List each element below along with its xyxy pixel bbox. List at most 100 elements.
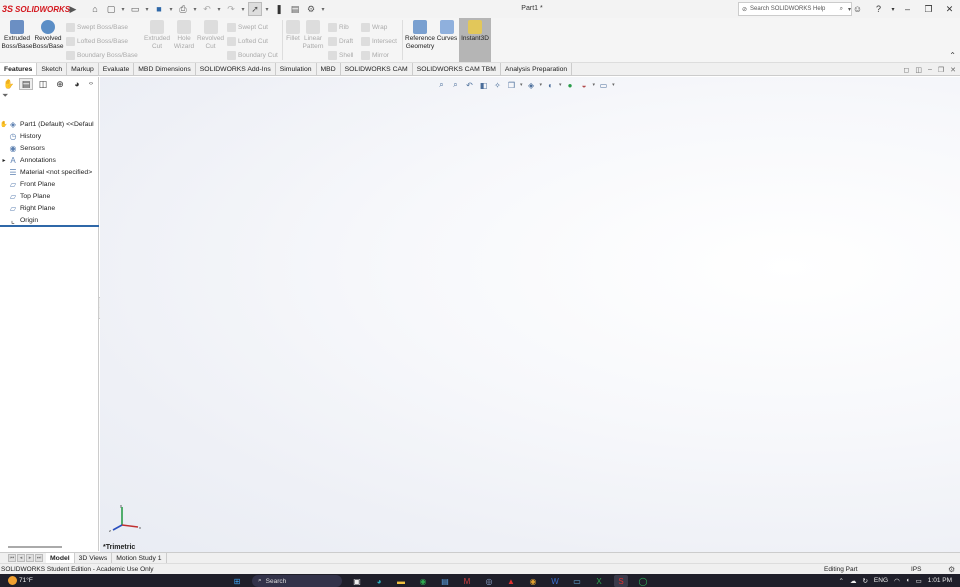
redo-icon[interactable]: ↷ [224, 2, 238, 16]
tab-simulation[interactable]: Simulation [276, 63, 317, 75]
swept-cut-button[interactable]: Swept Cut [227, 21, 268, 33]
undo-icon[interactable]: ↶ [200, 2, 214, 16]
chrome-alt-icon[interactable]: ◉ [526, 575, 540, 587]
tab-evaluate[interactable]: Evaluate [99, 63, 135, 75]
volume-icon[interactable]: ◖ [906, 577, 910, 584]
chrome-browser-icon[interactable]: ◉ [416, 575, 430, 587]
tree-item-front-plane[interactable]: ▱ Front Plane [0, 178, 55, 190]
language-indicator[interactable]: ENG [874, 577, 888, 584]
excel-icon[interactable]: X [592, 575, 606, 587]
task-view-icon[interactable]: ▣ [350, 575, 364, 587]
instant3d-button[interactable]: Instant3D [459, 18, 491, 62]
wrap-button[interactable]: Wrap [361, 21, 387, 33]
pdf-reader-icon[interactable]: ▲ [504, 575, 518, 587]
boundary-cut-button[interactable]: Boundary Cut [227, 49, 278, 61]
options-gear-icon[interactable]: ⚙ [304, 2, 318, 16]
revolved-boss-button[interactable]: Revolved Boss/Base [32, 20, 64, 60]
next-tab-arrow-icon[interactable]: ▸ [26, 554, 34, 562]
tab-mbd-dimensions[interactable]: MBD Dimensions [134, 63, 196, 75]
hole-wizard-button[interactable]: Hole Wizard [171, 20, 197, 60]
viewport-minimize-icon[interactable]: – [928, 66, 932, 74]
view-orientation-dropdown-icon[interactable]: ▾ [520, 82, 523, 88]
filter-funnel-icon[interactable]: ⏷ [0, 91, 98, 101]
unit-system-selector[interactable]: IPS [911, 566, 921, 573]
graphics-area[interactable] [100, 77, 960, 552]
draft-button[interactable]: Draft [328, 35, 353, 47]
file-properties-icon[interactable]: ▤ [288, 2, 302, 16]
rib-button[interactable]: Rib [328, 21, 349, 33]
first-tab-arrow-icon[interactable]: ⏮ [8, 554, 16, 562]
panel-horizontal-scrollbar[interactable] [8, 546, 62, 548]
tab-features[interactable]: Features [0, 63, 38, 75]
model-tab-motion-study-1[interactable]: Motion Study 1 [112, 553, 167, 563]
linear-pattern-button[interactable]: Linear Pattern [302, 20, 324, 60]
apply-scene-icon[interactable]: ◒ [579, 80, 590, 91]
edge-browser-icon[interactable]: ◕ [372, 575, 386, 587]
hide-show-dropdown-icon[interactable]: ▾ [559, 82, 562, 88]
expand-arrow-icon[interactable]: ▸ [0, 157, 8, 164]
display-style-icon[interactable]: ◈ [526, 80, 537, 91]
previous-view-icon[interactable]: ↶ [464, 80, 475, 91]
tab-solidworks-cam-tbm[interactable]: SOLIDWORKS CAM TBM [413, 63, 501, 75]
help-icon[interactable]: ? [868, 0, 889, 18]
revolved-cut-button[interactable]: Revolved Cut [197, 20, 224, 60]
tree-item-part[interactable]: ✋ ◈ Part1 (Default) <<Defaul [0, 118, 93, 130]
edit-appearance-icon[interactable]: ● [565, 80, 576, 91]
mirror-button[interactable]: Mirror [361, 49, 389, 61]
weather-widget[interactable]: 71°F [0, 576, 33, 585]
steam-icon[interactable]: ◎ [482, 575, 496, 587]
apply-scene-dropdown-icon[interactable]: ▾ [593, 82, 596, 88]
select-dropdown-icon[interactable]: ▾ [264, 6, 270, 13]
hide-show-items-icon[interactable]: ◐ [545, 80, 556, 91]
boundary-boss-button[interactable]: Boundary Boss/Base [66, 49, 138, 61]
tree-item-annotations[interactable]: ▸ A Annotations [0, 154, 55, 166]
tree-item-sensors[interactable]: ◉ Sensors [0, 142, 45, 154]
taskbar-search-box[interactable]: ⌕ Search [252, 575, 342, 587]
print-dropdown-icon[interactable]: ▾ [192, 6, 198, 13]
tab-mbd[interactable]: MBD [317, 63, 341, 75]
view-settings-monitor-icon[interactable]: ▭ [598, 80, 609, 91]
collapse-ribbon-chevron-icon[interactable]: ⌃ [949, 51, 956, 60]
mail-icon[interactable]: M [460, 575, 474, 587]
solidworks-taskbar-icon[interactable]: S [614, 575, 628, 587]
viewport-close-icon[interactable]: ✕ [950, 66, 956, 74]
status-options-icon[interactable]: ⚙ [948, 565, 955, 574]
undo-dropdown-icon[interactable]: ▾ [216, 6, 222, 13]
search-magnifier-icon[interactable]: ⌕ [840, 6, 843, 13]
tabs-scroll-arrow-icon[interactable]: ‹› [87, 78, 95, 90]
onedrive-icon[interactable]: ☁ [850, 577, 857, 585]
lofted-cut-button[interactable]: Lofted Cut [227, 35, 268, 47]
open-dropdown-icon[interactable]: ▾ [144, 6, 150, 13]
help-search-input[interactable]: ⊘ Search SOLIDWORKS Help ⌕ ▾ [738, 2, 852, 16]
redo-dropdown-icon[interactable]: ▾ [240, 6, 246, 13]
solidworks-logo[interactable]: 3S SOLIDWORKS [0, 4, 70, 14]
extruded-cut-button[interactable]: Extruded Cut [143, 20, 171, 60]
restore-window-icon[interactable]: ❐ [918, 0, 939, 18]
zoom-to-area-icon[interactable]: ⌕ [450, 80, 461, 91]
dynamic-annotation-icon[interactable]: ✧ [492, 80, 503, 91]
wifi-icon[interactable]: ◠ [894, 577, 900, 585]
view-settings-dropdown-icon[interactable]: ▾ [612, 82, 615, 88]
sync-icon[interactable]: ↻ [862, 577, 867, 585]
options-dropdown-icon[interactable]: ▾ [320, 6, 326, 13]
viewport-restore-icon[interactable]: ❐ [938, 66, 944, 74]
print-icon[interactable]: ⎙ [176, 2, 190, 16]
tree-item-history[interactable]: ◷ History [0, 130, 42, 142]
expand-menu-arrow-icon[interactable]: ▶ [66, 2, 80, 16]
swept-boss-button[interactable]: Swept Boss/Base [66, 21, 128, 33]
clock-time[interactable]: 1:01 PM [928, 577, 952, 584]
new-dropdown-icon[interactable]: ▾ [120, 6, 126, 13]
windows-start-icon[interactable]: ⊞ [230, 575, 244, 587]
open-folder-icon[interactable]: ▭ [128, 2, 142, 16]
home-icon[interactable]: ⌂ [88, 2, 102, 16]
configuration-manager-tab-icon[interactable]: ◫ [36, 78, 50, 90]
minimize-window-icon[interactable]: – [897, 0, 918, 18]
tab-sketch[interactable]: Sketch [37, 63, 68, 75]
model-tab-model[interactable]: Model [46, 553, 75, 563]
rollback-bar[interactable] [0, 225, 99, 227]
last-tab-arrow-icon[interactable]: ⏭ [35, 554, 43, 562]
tab-markup[interactable]: Markup [67, 63, 99, 75]
tree-item-top-plane[interactable]: ▱ Top Plane [0, 190, 50, 202]
lofted-boss-button[interactable]: Lofted Boss/Base [66, 35, 128, 47]
viewport-panel-icon[interactable]: ◻ [904, 66, 910, 74]
